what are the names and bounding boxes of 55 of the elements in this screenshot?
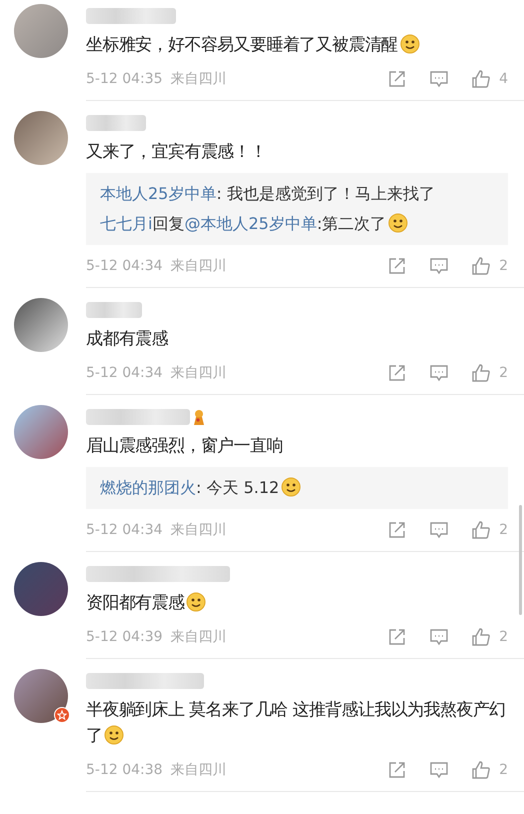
comment-location: 来自四川 bbox=[170, 761, 227, 779]
avatar[interactable] bbox=[14, 669, 68, 723]
reply-text: 燃烧的那团火: 今天 5.12 bbox=[100, 473, 494, 503]
emoji-icon bbox=[186, 592, 206, 612]
comment-time: 5-12 04:34 bbox=[86, 258, 163, 274]
comment-text: 坐标雅安，好不容易又要睡着了又被震清醒 bbox=[86, 32, 508, 58]
emoji-icon bbox=[400, 34, 420, 54]
comment-icon[interactable] bbox=[429, 363, 450, 383]
share-icon[interactable] bbox=[387, 520, 408, 540]
share-icon[interactable] bbox=[387, 256, 408, 276]
comment-location: 来自四川 bbox=[170, 257, 227, 275]
user-link[interactable]: 燃烧的那团火 bbox=[100, 478, 196, 497]
share-icon[interactable] bbox=[387, 760, 408, 780]
share-icon[interactable] bbox=[387, 363, 408, 383]
blurred-username bbox=[86, 302, 142, 318]
user-link[interactable]: @本地人25岁中单 bbox=[184, 214, 317, 233]
comment-text: 又来了，宜宾有震感！！ bbox=[86, 141, 268, 164]
user-link[interactable]: 本地人25岁中单 bbox=[100, 184, 216, 203]
comment-icon[interactable] bbox=[429, 627, 450, 647]
like-button[interactable]: 4 bbox=[471, 69, 508, 89]
avatar[interactable] bbox=[14, 298, 68, 352]
comment-location: 来自四川 bbox=[170, 70, 227, 88]
emoji-icon bbox=[104, 725, 124, 745]
comment-location: 来自四川 bbox=[170, 521, 227, 539]
blurred-username bbox=[86, 115, 146, 131]
like-button[interactable]: 2 bbox=[471, 520, 508, 540]
comment-icon[interactable] bbox=[429, 760, 450, 780]
like-button[interactable]: 2 bbox=[471, 256, 508, 276]
like-button[interactable]: 2 bbox=[471, 627, 508, 647]
comment-location: 来自四川 bbox=[170, 628, 227, 646]
emoji-icon bbox=[388, 213, 408, 233]
reply-text: 七七月i回复@本地人25岁中单:第二次了 bbox=[100, 209, 494, 239]
avatar[interactable] bbox=[14, 562, 68, 616]
comment-time: 5-12 04:35 bbox=[86, 71, 163, 87]
reply-text: 本地人25岁中单: 我也是感觉到了！马上来找了 bbox=[100, 183, 436, 205]
comment-text: 成都有震感 bbox=[86, 328, 170, 351]
like-button[interactable]: 2 bbox=[471, 760, 508, 780]
comment-time: 5-12 04:34 bbox=[86, 365, 163, 381]
comment-text: 眉山震感强烈，窗户一直响 bbox=[86, 435, 284, 458]
comment-icon[interactable] bbox=[429, 69, 450, 89]
emoji-icon bbox=[281, 477, 302, 497]
avatar[interactable] bbox=[14, 405, 68, 459]
comment-location: 来自四川 bbox=[170, 364, 227, 382]
share-icon[interactable] bbox=[387, 627, 408, 647]
share-icon[interactable] bbox=[387, 69, 408, 89]
comment-text: 半夜躺到床上 莫名来了几哈 这推背感让我以为我熬夜产幻了 bbox=[86, 699, 507, 748]
comment-text: 资阳都有震感 bbox=[86, 590, 508, 616]
comment-icon[interactable] bbox=[429, 520, 450, 540]
comment-time: 5-12 04:38 bbox=[86, 762, 163, 778]
comment-time: 5-12 04:39 bbox=[86, 629, 163, 645]
comment-icon[interactable] bbox=[429, 256, 450, 276]
user-link[interactable]: 七七月i bbox=[100, 214, 152, 233]
avatar[interactable] bbox=[14, 111, 68, 165]
comment-time: 5-12 04:34 bbox=[86, 522, 163, 538]
like-button[interactable]: 2 bbox=[471, 363, 508, 383]
